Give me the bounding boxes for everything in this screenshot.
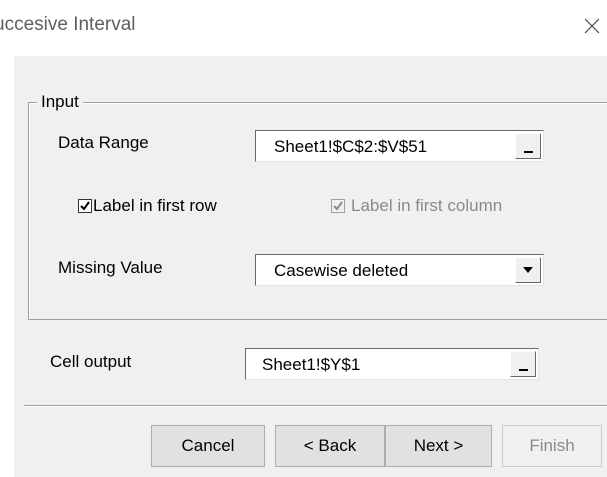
missing-value-selected: Casewise deleted xyxy=(274,261,409,280)
cell-output-label: Cell output xyxy=(50,352,132,371)
label-first-row-label[interactable]: Label in first row xyxy=(93,196,217,216)
label-first-column-checkbox[interactable] xyxy=(331,199,345,213)
data-range-input[interactable]: Sheet1!$C$2:$V$51 xyxy=(255,130,544,162)
back-button[interactable]: < Back xyxy=(275,425,385,467)
range-select-icon xyxy=(519,369,528,371)
chevron-down-icon xyxy=(523,267,533,273)
data-range-label: Data Range xyxy=(58,133,149,152)
data-range-value: Sheet1!$C$2:$V$51 xyxy=(274,137,428,156)
close-button[interactable] xyxy=(577,6,607,46)
cell-output-select-button[interactable] xyxy=(510,351,536,377)
close-icon xyxy=(584,18,600,34)
label-first-column-label: Label in first column xyxy=(351,196,503,215)
window-title: uccesive Interval xyxy=(0,14,136,35)
cell-output-input[interactable]: Sheet1!$Y$1 xyxy=(245,348,539,380)
finish-button[interactable]: Finish xyxy=(502,425,602,467)
checkmark-icon xyxy=(333,201,343,211)
data-range-select-button[interactable] xyxy=(515,133,541,159)
checkmark-icon xyxy=(80,201,90,211)
missing-value-dropdown[interactable]: Casewise deleted xyxy=(255,254,544,286)
missing-value-dropdown-button[interactable] xyxy=(515,257,541,283)
next-button[interactable]: Next > xyxy=(385,425,492,467)
button-separator xyxy=(24,405,607,407)
label-first-row-checkbox[interactable] xyxy=(78,199,92,213)
range-select-icon xyxy=(524,151,533,153)
title-bar[interactable]: uccesive Interval xyxy=(0,0,607,56)
input-groupbox: Input Data Range Sheet1!$C$2:$V$51 Label… xyxy=(28,92,607,320)
successive-interval-dialog: uccesive Interval Input Data Range Sheet… xyxy=(0,0,607,477)
dialog-body: Input Data Range Sheet1!$C$2:$V$51 Label… xyxy=(14,56,607,477)
missing-value-label: Missing Value xyxy=(58,258,163,277)
input-group-legend: Input xyxy=(37,92,83,112)
cancel-button[interactable]: Cancel xyxy=(151,425,265,467)
cell-output-value: Sheet1!$Y$1 xyxy=(262,355,361,374)
